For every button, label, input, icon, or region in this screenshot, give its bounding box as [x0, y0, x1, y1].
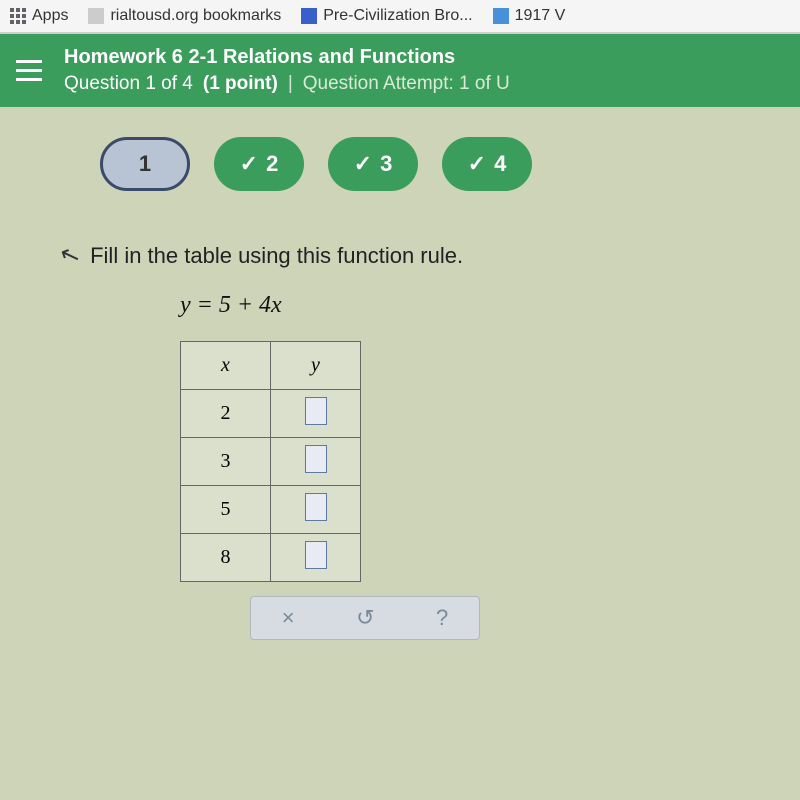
pill-label: 2	[266, 151, 278, 177]
check-icon: ✓	[240, 151, 258, 177]
header-titles: Homework 6 2-1 Relations and Functions Q…	[64, 46, 510, 95]
cursor-icon: ↖	[56, 238, 85, 272]
answer-input[interactable]	[305, 397, 327, 425]
divider: |	[288, 73, 293, 95]
help-button[interactable]: ?	[436, 605, 448, 631]
apps-label: Apps	[32, 7, 68, 25]
x-header: x	[181, 342, 271, 390]
question-pill-3[interactable]: ✓ 3	[328, 137, 418, 191]
answer-input[interactable]	[305, 493, 327, 521]
question-pill-1[interactable]: 1	[100, 137, 190, 191]
check-icon: ✓	[354, 151, 372, 177]
xy-table: x y 2 3 5 8	[180, 341, 361, 582]
x-value: 3	[181, 438, 271, 486]
undo-button[interactable]: ↺	[356, 605, 374, 631]
x-value: 8	[181, 534, 271, 582]
pill-label: 3	[380, 151, 392, 177]
bookmark-item-precivilization[interactable]: Pre-Civilization Bro...	[301, 7, 472, 25]
y-cell	[271, 390, 361, 438]
table-row: 3	[181, 438, 361, 486]
check-icon: ✓	[468, 151, 486, 177]
x-value: 2	[181, 390, 271, 438]
question-line: Question 1 of 4 (1 point) | Question Att…	[64, 73, 510, 95]
attempt-label: Question Attempt: 1 of U	[303, 73, 510, 95]
answer-toolbar: × ↺ ?	[250, 596, 480, 640]
question-pill-2[interactable]: ✓ 2	[214, 137, 304, 191]
bookmark-item-rialtousd[interactable]: rialtousd.org bookmarks	[88, 7, 281, 25]
table-row: 2	[181, 390, 361, 438]
bookmark-favicon-icon	[301, 8, 317, 24]
table-row: 5	[181, 486, 361, 534]
y-header: y	[271, 342, 361, 390]
x-value: 5	[181, 486, 271, 534]
clear-button[interactable]: ×	[282, 605, 295, 631]
hamburger-icon	[16, 60, 42, 63]
y-cell	[271, 438, 361, 486]
assignment-header: Homework 6 2-1 Relations and Functions Q…	[0, 34, 800, 107]
bookmark-item-1917[interactable]: 1917 V	[493, 7, 566, 25]
bookmarks-bar: Apps rialtousd.org bookmarks Pre-Civiliz…	[0, 0, 800, 32]
question-pill-4[interactable]: ✓ 4	[442, 137, 532, 191]
table-row: 8	[181, 534, 361, 582]
prompt-row: ↖ Fill in the table using this function …	[60, 241, 740, 270]
answer-input[interactable]	[305, 445, 327, 473]
answer-input[interactable]	[305, 541, 327, 569]
points-label: (1 point)	[203, 73, 278, 95]
bookmark-label: 1917 V	[515, 7, 566, 25]
apps-button[interactable]: Apps	[10, 7, 68, 25]
y-cell	[271, 486, 361, 534]
question-count-label: Question 1 of 4	[64, 73, 193, 95]
bookmark-label: rialtousd.org bookmarks	[110, 7, 281, 25]
y-cell	[271, 534, 361, 582]
question-prompt: Fill in the table using this function ru…	[90, 243, 463, 269]
function-rule: y = 5 + 4x	[180, 292, 740, 319]
bookmark-favicon-icon	[88, 8, 104, 24]
bookmark-favicon-icon	[493, 8, 509, 24]
homework-title: Homework 6 2-1 Relations and Functions	[64, 46, 510, 69]
apps-grid-icon	[10, 8, 26, 24]
bookmark-label: Pre-Civilization Bro...	[323, 7, 472, 25]
question-content: ↖ Fill in the table using this function …	[0, 221, 800, 660]
pill-label: 1	[139, 151, 151, 177]
pill-label: 4	[494, 151, 506, 177]
menu-button[interactable]	[16, 60, 42, 81]
question-nav: 1 ✓ 2 ✓ 3 ✓ 4	[0, 107, 800, 221]
